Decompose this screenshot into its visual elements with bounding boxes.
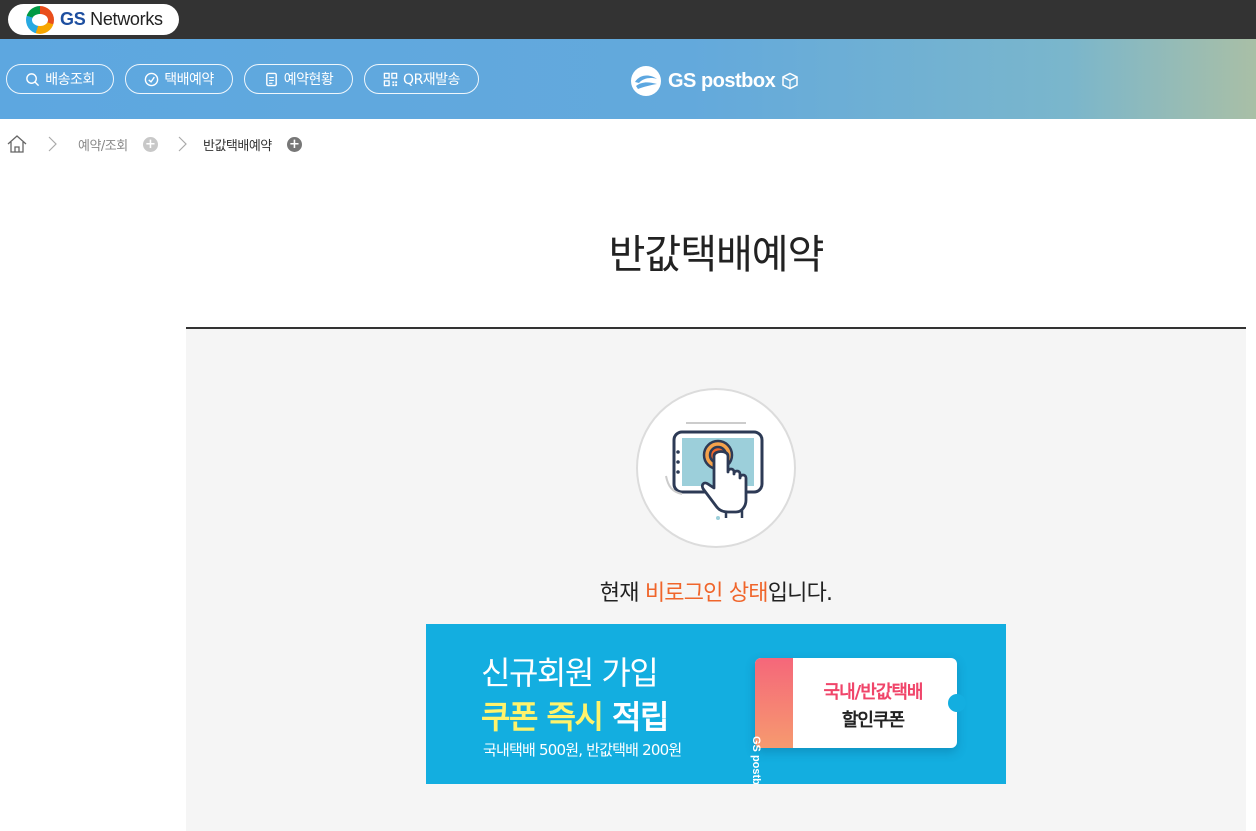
postbox-emblem-icon [631, 66, 661, 96]
document-icon [265, 72, 277, 86]
gs-logo-icon [26, 5, 54, 34]
qr-code-icon [383, 72, 398, 86]
touch-screen-icon [636, 388, 796, 548]
promo-detail: 국내택배 500원, 반값택배 200원 [483, 741, 682, 759]
nav-button-label: 택배예약 [164, 72, 214, 88]
expand-plus-icon[interactable]: + [143, 137, 158, 152]
nav-button-booking-status[interactable]: 예약현황 [244, 64, 353, 94]
brand-name: Networks [90, 9, 163, 29]
brand-gs: GS [60, 9, 86, 29]
coupon-side-strip: GS postbox [750, 658, 793, 784]
nav-button-booking[interactable]: 택배예약 [125, 64, 233, 94]
nav-button-label: 예약현황 [283, 72, 334, 88]
breadcrumb: 예약/조회 + 반값택배예약 + [0, 130, 400, 158]
brand-text: GS Networks [60, 9, 163, 30]
promo-rest: 적립 [602, 698, 669, 736]
nav-button-label: QR재발송 [403, 72, 460, 88]
status-highlight: 비로그인 상태 [644, 581, 769, 606]
promo-headline: 신규회원 가입 [481, 654, 659, 692]
page-title: 반값택배예약 [608, 232, 825, 278]
clock-icon [144, 72, 159, 86]
coupon-subtitle: 할인쿠폰 [841, 710, 905, 731]
box-icon [782, 72, 798, 90]
chevron-right-icon [48, 136, 57, 152]
login-status-message: 현재 비로그인 상태입니다. [186, 575, 1246, 607]
content-panel: 현재 비로그인 상태입니다. 신규회원 가입 쿠폰 즉시 적립 국내택배 500… [186, 329, 1246, 831]
top-bar: GS Networks [0, 0, 1256, 39]
gs-postbox-logo[interactable]: GS postbox [630, 65, 799, 97]
nav-button-label: 배송조회 [45, 72, 95, 88]
nav-button-qr-resend[interactable]: QR재발송 [364, 64, 479, 94]
status-suffix: 입니다. [767, 581, 833, 606]
main-nav: 배송조회 택배예약 예약현황 QR재발송 GS postbox [0, 39, 1256, 119]
coupon-title: 국내/반값택배 [823, 682, 924, 703]
breadcrumb-item-current[interactable]: 반값택배예약 [203, 135, 272, 154]
chevron-right-icon [178, 136, 187, 152]
promo-subheadline: 쿠폰 즉시 적립 [481, 692, 669, 738]
expand-plus-icon[interactable]: + [287, 137, 302, 152]
coupon-brand-text: GS postbox [750, 736, 762, 784]
search-icon [26, 72, 40, 86]
postbox-logo-text: GS postbox [668, 69, 776, 92]
coupon-graphic: GS postbox 국내/반값택배 할인쿠폰 [750, 658, 966, 784]
home-icon[interactable] [6, 133, 28, 155]
breadcrumb-item-reservation[interactable]: 예약/조회 [78, 135, 128, 154]
gs-networks-logo-link[interactable]: GS Networks [8, 4, 179, 35]
signup-coupon-banner[interactable]: 신규회원 가입 쿠폰 즉시 적립 국내택배 500원, 반값택배 200원 GS… [426, 624, 1006, 784]
nav-button-tracking[interactable]: 배송조회 [6, 64, 114, 94]
promo-highlight: 쿠폰 즉시 [481, 698, 604, 736]
status-prefix: 현재 [599, 581, 645, 606]
